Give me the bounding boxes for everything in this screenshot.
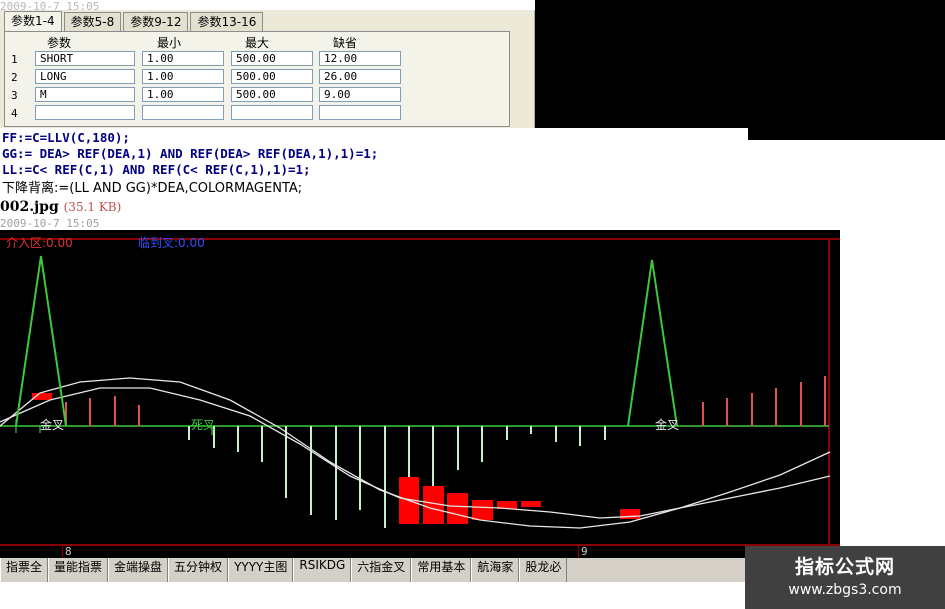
tab-indicator-9[interactable]: 航海家 xyxy=(471,558,520,582)
row-number: 4 xyxy=(11,107,18,120)
tab-indicator-5[interactable]: YYYY主图 xyxy=(228,558,294,582)
signal-spike-right xyxy=(627,259,678,427)
axis-label-9: 9 xyxy=(581,545,588,558)
indicator-chart[interactable]: 介入区:0.00 临到叉:0.00 金叉 死叉 金叉 xyxy=(0,230,840,546)
param-default-field[interactable]: 26.00 xyxy=(319,69,401,84)
param-min-field[interactable]: 1.00 xyxy=(142,87,224,102)
row-number: 3 xyxy=(11,89,18,102)
tab-indicator-7[interactable]: 六指金叉 xyxy=(351,558,412,582)
parameter-tabs: 参数1-4 参数5-8 参数9-12 参数13-16 xyxy=(4,11,265,32)
formula-editor[interactable]: FF:=C=LLV(C,180); GG:= DEA> REF(DEA,1) A… xyxy=(0,128,748,196)
header-min: 最小 xyxy=(157,36,182,50)
tab-params-5-8[interactable]: 参数5-8 xyxy=(63,12,122,31)
formula-line-4: 下降背离:=(LL AND GG)*DEA,COLORMAGENTA; xyxy=(2,181,303,196)
tab-params-13-16[interactable]: 参数13-16 xyxy=(190,12,264,31)
attachment-file-name[interactable]: 002.jpg xyxy=(0,199,59,215)
up-bars-right xyxy=(702,376,826,426)
up-bars-left xyxy=(65,396,140,426)
down-bars xyxy=(188,426,606,528)
top-black-area xyxy=(535,0,945,140)
watermark-title: 指标公式网 xyxy=(794,556,895,578)
gold-cross-label-left: 金叉 xyxy=(40,418,65,432)
axis-tick xyxy=(62,546,63,558)
formula-line-3: LL:=C< REF(C,1) AND REF(C< REF(C,1),1)=1… xyxy=(2,162,311,177)
signal-spike-left xyxy=(15,255,67,427)
time-axis: 8 9 xyxy=(0,545,840,558)
param-min-field[interactable] xyxy=(142,105,224,120)
tab-indicator-10[interactable]: 股龙必 xyxy=(519,558,568,582)
parameter-panel: 参数1-4 参数5-8 参数9-12 参数13-16 参数 最小 最大 缺省 1… xyxy=(0,10,535,128)
legend-entry-zone: 介入区:0.00 xyxy=(6,236,73,250)
axis-label-8: 8 xyxy=(65,545,72,558)
param-name-field[interactable]: LONG xyxy=(35,69,135,84)
parameter-table: 参数 最小 最大 缺省 1 SHORT 1.00 500.00 12.00 2 … xyxy=(4,31,510,127)
param-max-field[interactable]: 500.00 xyxy=(231,87,313,102)
site-watermark: 指标公式网 www.zbgs3.com xyxy=(745,546,945,609)
tab-indicator-2[interactable]: 量能指票 xyxy=(48,558,109,582)
indicator-tab-bar: 指票全 量能指票 金端操盘 五分钟权 YYYY主图 RSIKDG 六指金叉 常用… xyxy=(0,558,745,582)
legend-entry-cross: 临到叉:0.00 xyxy=(138,236,205,250)
param-default-field[interactable] xyxy=(319,105,401,120)
tab-indicator-8[interactable]: 常用基本 xyxy=(411,558,472,582)
param-max-field[interactable]: 500.00 xyxy=(231,51,313,66)
axis-tick xyxy=(578,546,579,558)
param-name-field[interactable] xyxy=(35,105,135,120)
param-max-field[interactable]: 500.00 xyxy=(231,69,313,84)
attachment-file-size: (35.1 KB) xyxy=(63,200,122,214)
header-default: 缺省 xyxy=(333,36,358,50)
header-param: 参数 xyxy=(47,36,72,50)
tab-indicator-3[interactable]: 金端操盘 xyxy=(108,558,169,582)
attachment-caption: 002.jpg (35.1 KB) xyxy=(0,199,121,215)
param-name-field[interactable]: SHORT xyxy=(35,51,135,66)
tab-params-9-12[interactable]: 参数9-12 xyxy=(123,12,189,31)
tab-params-1-4[interactable]: 参数1-4 xyxy=(4,11,62,32)
death-cross-label: 死叉 xyxy=(191,418,216,432)
row-number: 2 xyxy=(11,71,18,84)
header-max: 最大 xyxy=(245,36,270,50)
tab-indicator-4[interactable]: 五分钟权 xyxy=(168,558,229,582)
gold-cross-label-right: 金叉 xyxy=(655,418,680,432)
param-name-field[interactable]: M xyxy=(35,87,135,102)
row-number: 1 xyxy=(11,53,18,66)
formula-line-1: FF:=C=LLV(C,180); xyxy=(2,130,130,145)
param-min-field[interactable]: 1.00 xyxy=(142,69,224,84)
tab-indicator-1[interactable]: 指票全 xyxy=(0,558,49,582)
param-min-field[interactable]: 1.00 xyxy=(142,51,224,66)
indicator-chart-canvas xyxy=(0,238,840,546)
tab-indicator-6[interactable]: RSIKDG xyxy=(293,558,352,582)
watermark-url: www.zbgs3.com xyxy=(788,582,902,598)
param-default-field[interactable]: 9.00 xyxy=(319,87,401,102)
param-max-field[interactable] xyxy=(231,105,313,120)
formula-line-2: GG:= DEA> REF(DEA,1) AND REF(DEA> REF(DE… xyxy=(2,146,379,161)
chart-date-stamp: 2009-10-7 15:05 xyxy=(0,217,100,230)
param-default-field[interactable]: 12.00 xyxy=(319,51,401,66)
